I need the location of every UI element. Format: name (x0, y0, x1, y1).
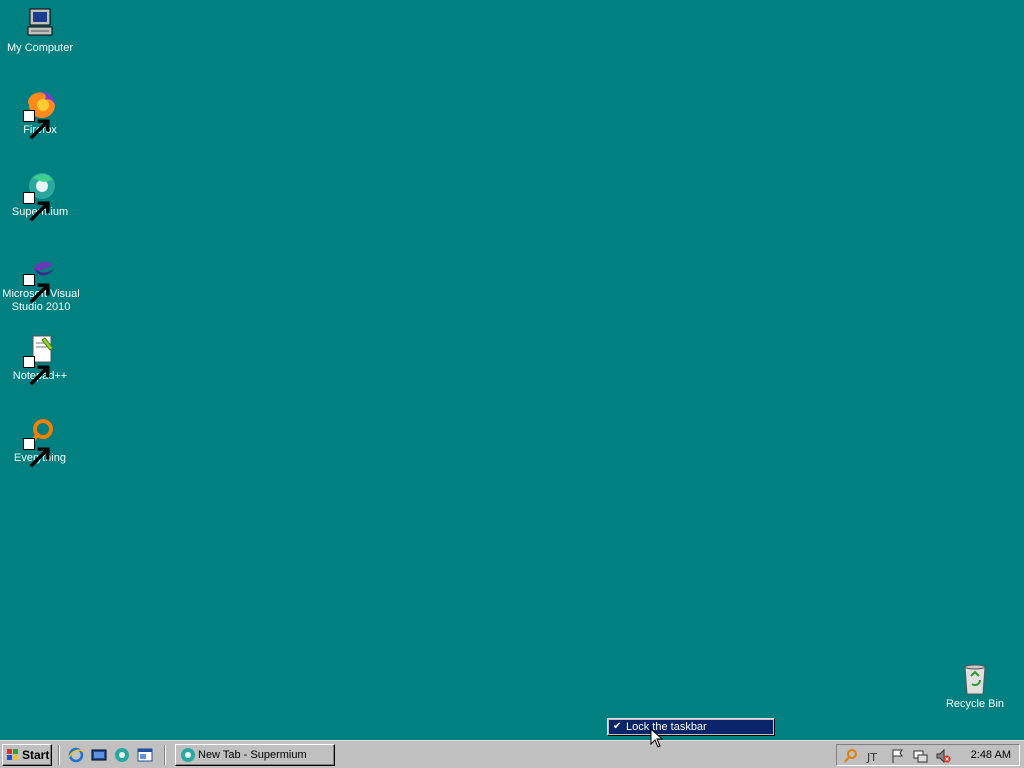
supermium-quick-launch-icon[interactable] (114, 747, 130, 763)
shortcut-arrow-icon (23, 438, 50, 468)
svg-text:JT: JT (866, 751, 877, 764)
desktop-icon-visual-studio[interactable]: Microsoft Visual Studio 2010 (0, 252, 80, 314)
computer-icon (23, 6, 57, 40)
taskbar-context-menu: ✔ Lock the taskbar (607, 718, 775, 736)
supermium-icon (23, 170, 57, 222)
desktop-icon-notepadpp[interactable]: Notepad++ (0, 334, 80, 386)
shortcut-arrow-icon (23, 274, 50, 304)
explorer-icon[interactable] (137, 747, 153, 763)
icon-label: My Computer (6, 42, 74, 54)
icon-label: Recycle Bin (945, 698, 1005, 710)
everything-icon (23, 416, 57, 468)
volume-muted-icon[interactable] (935, 748, 951, 764)
show-desktop-icon[interactable] (91, 747, 107, 763)
shortcut-arrow-icon (23, 192, 50, 222)
taskbar-separator (164, 745, 166, 765)
clock[interactable]: 2:48 AM (971, 745, 1011, 765)
taskbar-separator (58, 745, 60, 765)
menu-item-lock-taskbar[interactable]: ✔ Lock the taskbar (609, 720, 773, 734)
desktop-icon-my-computer[interactable]: My Computer (0, 6, 80, 55)
notepadpp-icon (23, 334, 57, 386)
windows-logo-icon (7, 749, 18, 760)
search-icon[interactable] (843, 748, 859, 764)
desktop-icon-firefox[interactable]: Firefox (0, 88, 80, 140)
taskbar: Start New Tab - Supermium JT 2:48 AM (0, 740, 1024, 768)
mouse-cursor-icon (650, 728, 664, 748)
visual-studio-icon (23, 252, 57, 304)
desktop-icon-supermium[interactable]: Supermium (0, 170, 80, 222)
system-tray: JT 2:48 AM (836, 744, 1020, 766)
internet-explorer-icon[interactable] (68, 747, 84, 763)
start-button[interactable]: Start (2, 744, 52, 766)
ime-icon[interactable]: JT (866, 748, 882, 764)
recycle-bin-icon (958, 662, 992, 696)
start-label: Start (22, 748, 50, 762)
task-button-supermium[interactable]: New Tab - Supermium (175, 744, 335, 766)
shortcut-arrow-icon (23, 356, 50, 386)
flag-icon[interactable] (889, 748, 905, 764)
desktop-icon-everything[interactable]: Everything (0, 416, 80, 468)
task-button-label: New Tab - Supermium (198, 749, 307, 761)
network-icon[interactable] (912, 748, 928, 764)
checkmark-icon: ✔ (613, 721, 622, 732)
firefox-icon (23, 88, 57, 140)
shortcut-arrow-icon (23, 110, 50, 140)
menu-item-label: Lock the taskbar (626, 721, 707, 733)
desktop-icon-recycle-bin[interactable]: Recycle Bin (935, 662, 1015, 711)
supermium-icon (181, 748, 195, 762)
